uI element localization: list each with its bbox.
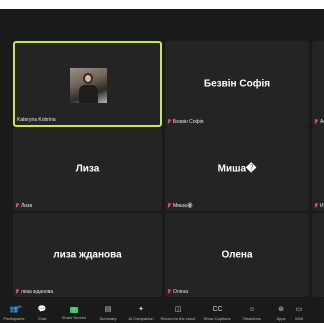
apps-label: Apps [276, 316, 286, 321]
video-tile-partial-bottom[interactable] [312, 213, 324, 297]
participant-caption: Лиза [15, 202, 32, 210]
video-tile-kateryna[interactable]: Kateryna Kobrina [13, 41, 162, 127]
mic-muted-icon [167, 203, 171, 209]
chat-button[interactable]: 💬 Chat [28, 304, 56, 323]
video-tile-partial-top[interactable]: Ar [312, 41, 324, 127]
video-tile-partial-mid[interactable]: И [312, 127, 324, 211]
show-captions-button[interactable]: CC Show Captions [198, 304, 236, 323]
ai-companion-button[interactable]: ✦ AI Companion [124, 304, 158, 323]
show-captions-icon: CC [212, 306, 223, 313]
participant-caption: Kateryna Kobrina [17, 116, 56, 124]
participant-display-name: Безвін Софія [203, 78, 271, 90]
video-tile-sofia[interactable]: Безвін Софія Безвін Софія [165, 41, 309, 127]
share-screen-icon: ↑ [70, 307, 78, 313]
video-tile-liza[interactable]: Лиза Лиза [13, 127, 162, 211]
participant-display-name: Миша� [217, 163, 257, 175]
ai-companion-icon: ✦ [138, 306, 144, 313]
chat-icon: 💬 [37, 306, 47, 313]
participant-name: И [320, 203, 324, 209]
summary-icon: ▤ [104, 306, 112, 313]
participants-label: Participants [3, 316, 25, 321]
mic-muted-icon [314, 119, 318, 125]
participant-caption: И [314, 202, 324, 210]
participant-name: Безвін Софія [173, 119, 204, 125]
apps-button[interactable]: ⊛ Apps [268, 304, 294, 323]
meeting-window: Kateryna Kobrina Безвін Софія Безвін Соф… [0, 9, 324, 323]
participant-name: Ar [320, 119, 324, 125]
chat-label: Chat [37, 316, 47, 321]
participant-name: Олена [173, 289, 189, 295]
participants-button[interactable]: 👥 10 Participants [0, 304, 28, 323]
record-label: Record to the cloud [160, 316, 196, 321]
video-tile-liza-zhdanova[interactable]: лиза жданова лиза жданова [13, 213, 162, 297]
show-captions-label: Show Captions [203, 316, 231, 321]
reactions-icon: ☺ [248, 306, 256, 313]
participant-display-name: Олена [221, 249, 253, 261]
mic-muted-icon [15, 289, 19, 295]
record-icon: ◫ [174, 306, 182, 313]
participant-caption: лиза жданова [15, 288, 53, 296]
mic-muted-icon [15, 203, 19, 209]
participant-name: лиза жданова [21, 289, 54, 295]
participant-display-name: лиза жданова [53, 249, 122, 261]
reactions-button[interactable]: ☺ Reactions [236, 304, 268, 323]
ai-companion-label: AI Companion [128, 316, 154, 321]
participant-display-name: Лиза [75, 163, 100, 175]
participant-name: Лиза [21, 203, 33, 209]
apps-icon: ⊛ [278, 306, 284, 313]
whiteboards-button[interactable]: ▭ Whit [294, 304, 304, 323]
whiteboards-label: Whit [295, 316, 303, 321]
share-screen-label: Share Screen [61, 315, 87, 320]
meeting-toolbar: 👥 10 Participants 💬 Chat ↑ Share Screen … [0, 304, 324, 323]
mic-muted-icon [314, 203, 318, 209]
participant-caption: Олена [167, 288, 188, 296]
video-tile-misha[interactable]: Миша� Миша🏵 [165, 127, 309, 211]
share-screen-button[interactable]: ↑ Share Screen [56, 304, 92, 323]
mic-muted-icon [167, 289, 171, 295]
participant-caption: Ar [314, 118, 324, 126]
summary-button[interactable]: ▤ Summary [92, 304, 124, 323]
summary-label: Summary [99, 316, 117, 321]
participant-caption: Безвін Софія [167, 118, 204, 126]
whiteboards-icon: ▭ [295, 306, 303, 313]
record-button[interactable]: ◫ Record to the cloud [158, 304, 198, 323]
participant-name: Миша🏵 [173, 203, 194, 209]
participant-name: Kateryna Kobrina [17, 117, 56, 123]
participant-video [70, 68, 107, 103]
reactions-label: Reactions [243, 316, 261, 321]
participants-count: 10 [17, 304, 22, 309]
mic-muted-icon [167, 119, 171, 125]
participant-caption: Миша🏵 [167, 202, 193, 210]
video-tile-olena[interactable]: Олена Олена [165, 213, 309, 297]
